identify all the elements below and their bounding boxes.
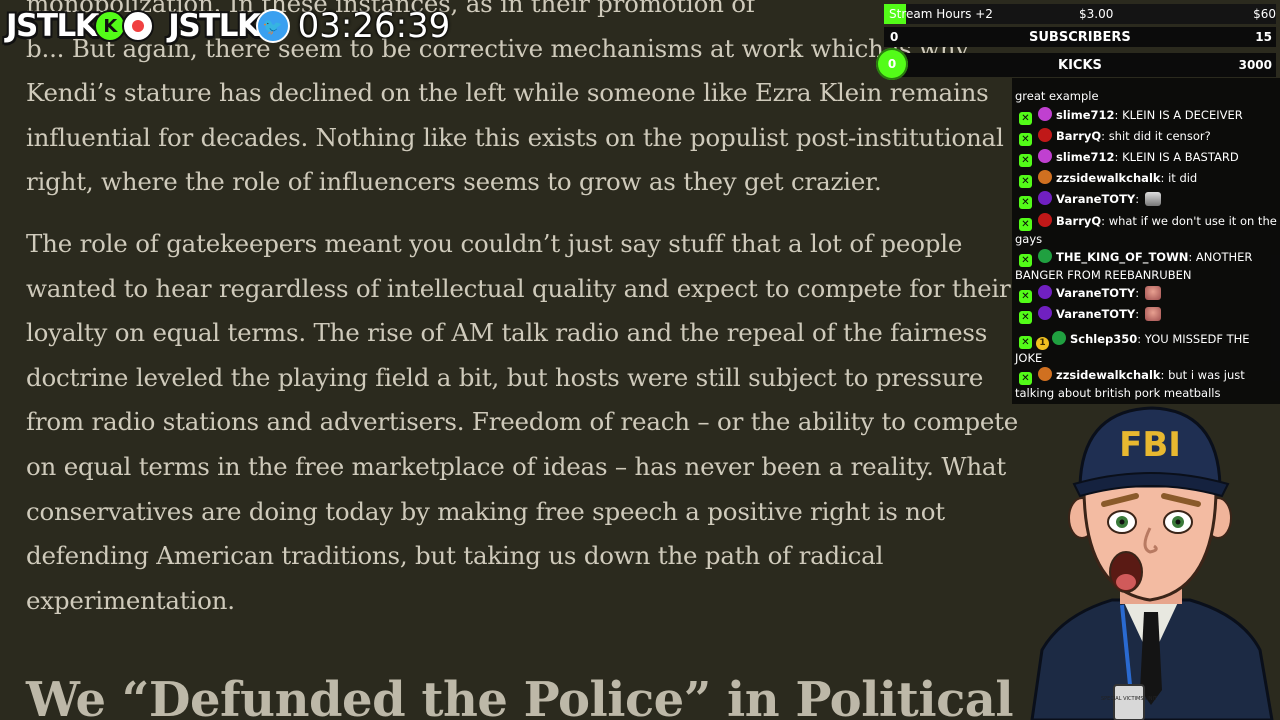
paragraph-line: loyalty on equal terms. The rise of AM t… <box>26 318 988 348</box>
chat-message: ✕ slime712: KLEIN IS A BASTARD <box>1015 149 1278 167</box>
chat-message: ✕ VaraneTOTY: <box>1015 191 1278 209</box>
chat-message: ✕ 1 Schlep350: YOU MISSEDF THE JOKE <box>1015 331 1250 365</box>
chat-text: great example <box>1015 89 1099 103</box>
moderator-icon: ✕ <box>1019 336 1032 349</box>
user-avatar <box>1038 249 1052 263</box>
chat-message: ✕ zzsidewalkchalk: but i was just talking… <box>1015 367 1245 400</box>
paragraph-line: influential for decades. Nothing like th… <box>26 122 1004 152</box>
face-emote-icon <box>1144 307 1161 321</box>
article-paragraph-2: The role of gatekeepers meant you couldn… <box>26 222 1018 623</box>
stream-goals-panel: Stream Hours +2 $3.00 $60 0 SUBSCRIBERS … <box>876 3 1280 80</box>
channel-logo: JSTLK <box>6 8 99 44</box>
chat-username: VaraneTOTY <box>1056 286 1136 300</box>
paragraph-line: on equal terms in the free marketplace o… <box>26 451 1006 481</box>
kicks-count: 0 <box>876 48 908 80</box>
moderator-icon: ✕ <box>1019 372 1032 385</box>
car-emote-icon <box>1144 192 1161 206</box>
stream-hours-amount: $3.00 <box>1079 7 1114 21</box>
user-avatar <box>1038 170 1052 184</box>
paragraph-line: doctrine leveled the playing field a bit… <box>26 362 984 392</box>
record-icon <box>122 10 155 42</box>
face-emote-icon <box>1144 286 1161 300</box>
badge-label: SPECIAL VICTIMS UNIT <box>1101 696 1158 702</box>
moderator-icon: ✕ <box>1019 254 1032 267</box>
chat-message: ✕ VaraneTOTY: <box>1015 306 1278 324</box>
kicks-label: KICKS <box>1058 58 1102 73</box>
user-avatar <box>1038 191 1052 205</box>
chat-username: BarryQ <box>1056 129 1102 143</box>
chat-message: ✕ BarryQ: what if we don't use it on the … <box>1015 213 1277 246</box>
channel-logo-2: JSTLK <box>168 8 261 44</box>
paragraph-line: from radio stations and advertisers. Fre… <box>26 407 1019 437</box>
section-heading: We “Defunded the Police” in Political <box>26 672 1014 720</box>
chat-username: VaraneTOTY <box>1056 307 1136 321</box>
moderator-icon: ✕ <box>1019 175 1032 188</box>
moderator-icon: ✕ <box>1019 196 1032 209</box>
chat-username: THE_KING_OF_TOWN <box>1056 250 1189 264</box>
stream-branding: JSTLK K JSTLK 🐦 03:26:39 <box>6 6 450 46</box>
paragraph-line: wanted to hear regardless of intellectua… <box>26 273 1011 303</box>
stream-hours-target: $60 <box>1253 7 1276 21</box>
chat-message: ✕ BarryQ: shit did it censor? <box>1015 128 1278 146</box>
user-avatar <box>1038 128 1052 142</box>
kicks-goal: 0 KICKS 3000 <box>876 48 1276 80</box>
moderator-icon: ✕ <box>1019 112 1032 125</box>
subscribers-target: 15 <box>1255 30 1272 44</box>
chat-text: shit did it censor? <box>1108 129 1211 143</box>
cap-label: FBI <box>1119 425 1181 465</box>
subscribers-goal: 0 SUBSCRIBERS 15 <box>884 27 1276 47</box>
chat-text: it did <box>1168 171 1198 185</box>
user-avatar <box>1038 285 1052 299</box>
user-avatar <box>1038 213 1052 227</box>
twitter-icon: 🐦 <box>255 9 290 43</box>
paragraph-line: The role of gatekeepers meant you couldn… <box>26 229 963 258</box>
paragraph-line: defending American traditions, but takin… <box>26 541 884 571</box>
chat-username: Schlep350 <box>1070 332 1138 346</box>
paragraph-line: experimentation. <box>26 585 235 615</box>
stream-timer: 03:26:39 <box>297 6 451 46</box>
user-avatar <box>1038 306 1052 320</box>
chat-message: ✕ THE_KING_OF_TOWN: ANOTHER BANGER FROM R… <box>1015 249 1253 282</box>
chat-message: ✕ VaraneTOTY: <box>1015 285 1278 303</box>
chat-message: great example <box>1015 88 1278 105</box>
subscribers-label: SUBSCRIBERS <box>1029 30 1131 45</box>
chat-username: VaraneTOTY <box>1056 192 1136 206</box>
moderator-icon: ✕ <box>1019 290 1032 303</box>
chat-username: slime712 <box>1056 150 1115 164</box>
moderator-icon: ✕ <box>1019 218 1032 231</box>
chat-text: KLEIN IS A DECEIVER <box>1122 108 1243 122</box>
user-avatar <box>1038 107 1052 121</box>
chat-overlay: great example ✕ slime712: KLEIN IS A DECE… <box>1012 78 1280 404</box>
chat-username: BarryQ <box>1056 214 1102 228</box>
user-avatar <box>1052 331 1066 345</box>
subscriber-badge-icon: 1 <box>1036 337 1049 350</box>
stream-hours-goal: Stream Hours +2 $3.00 $60 <box>884 4 1276 24</box>
user-avatar <box>1038 149 1052 163</box>
chat-username: slime712 <box>1056 108 1115 122</box>
paragraph-line: conservatives are doing today by making … <box>26 496 945 526</box>
streamer-avatar: FBI SPECIAL VICTIMS UNIT <box>1030 406 1274 720</box>
chat-message: ✕ zzsidewalkchalk: it did <box>1015 170 1278 188</box>
chat-username: zzsidewalkchalk <box>1056 171 1161 185</box>
paragraph-line: right, where the role of influencers see… <box>26 167 882 197</box>
chat-text: KLEIN IS A BASTARD <box>1122 150 1239 164</box>
kicks-target: 3000 <box>1238 58 1272 72</box>
subscribers-count: 0 <box>890 30 899 44</box>
user-avatar <box>1038 367 1052 381</box>
stream-hours-label: Stream Hours +2 <box>889 7 993 21</box>
moderator-icon: ✕ <box>1019 133 1032 146</box>
chat-username: zzsidewalkchalk <box>1056 368 1161 382</box>
moderator-icon: ✕ <box>1019 154 1032 167</box>
moderator-icon: ✕ <box>1019 311 1032 324</box>
paragraph-line: Kendi’s stature has declined on the left… <box>26 78 989 108</box>
chat-message: ✕ slime712: KLEIN IS A DECEIVER <box>1015 107 1278 125</box>
chat-text: what if we don't use it on the gays <box>1015 214 1277 246</box>
